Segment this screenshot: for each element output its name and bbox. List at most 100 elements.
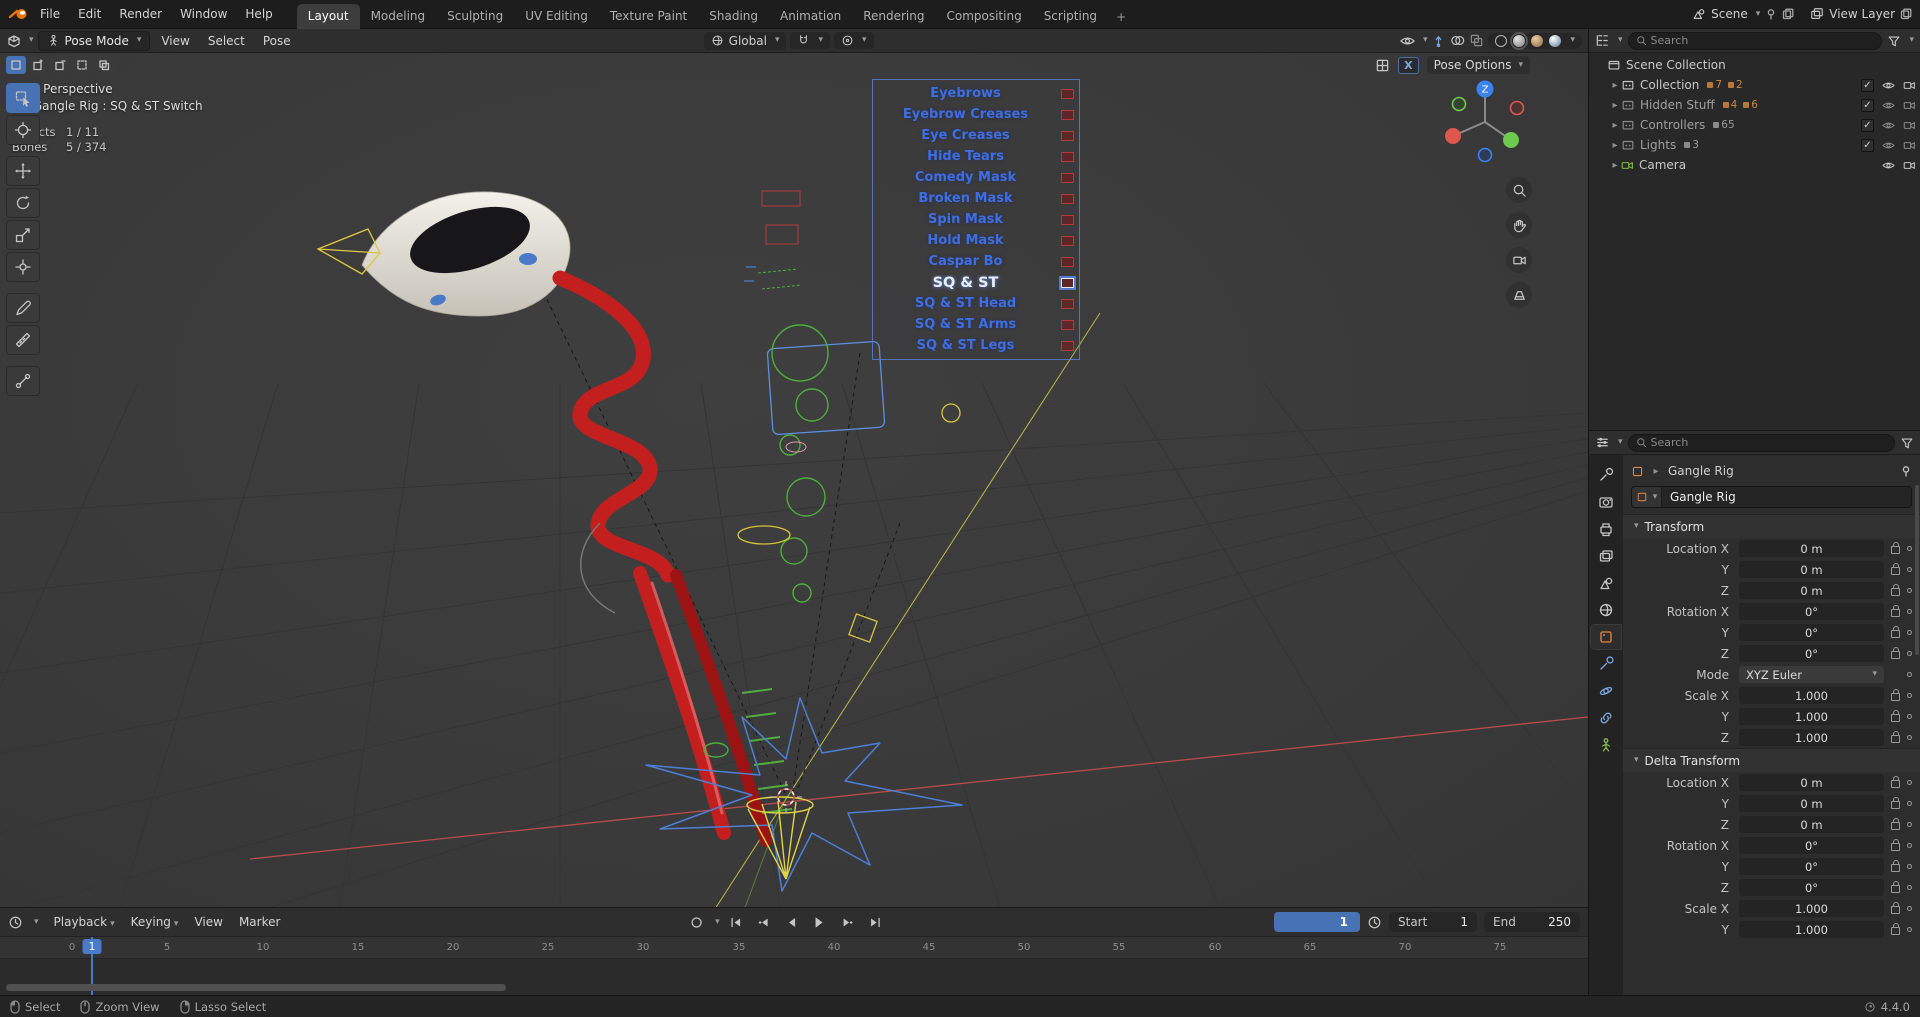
keyframe-dot[interactable] xyxy=(1907,780,1912,785)
delta-scale-x-field[interactable]: 1.000 xyxy=(1739,900,1884,917)
outliner-row-camera[interactable]: ▸ Camera xyxy=(1589,155,1920,175)
bone-toggle-box[interactable] xyxy=(1061,256,1074,267)
bone-toggle-box[interactable] xyxy=(1061,298,1074,309)
timeline-editor-icon[interactable] xyxy=(8,915,23,930)
menu-select[interactable]: Select xyxy=(201,31,252,51)
bone-toggle-box[interactable] xyxy=(1061,193,1074,204)
render-visibility-icon[interactable] xyxy=(1903,100,1916,111)
menu-marker[interactable]: Marker xyxy=(232,912,287,932)
timeline-ruler[interactable]: 0 5 10 15 20 25 30 35 40 45 50 55 60 65 … xyxy=(0,937,1588,959)
bone-button[interactable]: Caspar Bo xyxy=(878,251,1074,272)
outliner-search[interactable] xyxy=(1627,31,1883,50)
select-mode-extend[interactable] xyxy=(28,56,48,74)
location-x-field[interactable]: 0 m xyxy=(1739,540,1884,557)
properties-search-input[interactable] xyxy=(1650,436,1887,449)
select-box-tool[interactable] xyxy=(6,83,40,113)
delta-transform-section-header[interactable]: ▾ Delta Transform xyxy=(1623,748,1920,772)
visibility-icon[interactable] xyxy=(1399,34,1416,48)
keyframe-dot[interactable] xyxy=(1907,630,1912,635)
3d-viewport[interactable]: X Pose Options ▾ User Perspective (1) Ga… xyxy=(0,53,1588,907)
shading-material-icon[interactable] xyxy=(1531,34,1544,47)
viewport-3d-scene[interactable] xyxy=(0,53,1588,907)
keyframe-dot[interactable] xyxy=(1907,843,1912,848)
tab-object-properties[interactable] xyxy=(1590,624,1622,650)
hide-eye-icon[interactable] xyxy=(1881,80,1896,91)
exclude-checkbox[interactable]: ✓ xyxy=(1861,98,1874,112)
tab-modifier-properties[interactable] xyxy=(1591,652,1621,676)
scene-selector[interactable]: Scene ▾ xyxy=(1692,7,1794,21)
pin-icon[interactable] xyxy=(1765,8,1777,20)
annotate-tool[interactable] xyxy=(6,293,40,323)
object-type-dropdown[interactable]: ▾ xyxy=(1632,487,1662,507)
blender-logo-icon[interactable] xyxy=(8,6,30,22)
lock-icon[interactable] xyxy=(1891,731,1900,743)
keyframe-dot[interactable] xyxy=(1907,693,1912,698)
tab-render-properties[interactable] xyxy=(1591,490,1621,514)
auto-keying-button[interactable] xyxy=(684,912,708,932)
orientation-dropdown[interactable]: Global ▾ xyxy=(703,31,787,50)
location-z-field[interactable]: 0 m xyxy=(1739,582,1884,599)
render-visibility-icon[interactable] xyxy=(1903,120,1916,131)
keyframe-dot[interactable] xyxy=(1907,609,1912,614)
previous-keyframe-button[interactable] xyxy=(752,912,776,932)
shading-wireframe-icon[interactable] xyxy=(1495,34,1508,47)
lock-icon[interactable] xyxy=(1891,881,1900,893)
zoom-tool-icon[interactable] xyxy=(1506,177,1532,203)
lock-icon[interactable] xyxy=(1891,818,1900,830)
rotation-x-field[interactable]: 0° xyxy=(1739,603,1884,620)
expand-icon[interactable]: ▸ xyxy=(1609,100,1621,111)
render-visibility-icon[interactable] xyxy=(1903,160,1916,171)
tab-sculpting[interactable]: Sculpting xyxy=(436,4,514,29)
bone-toggle-box[interactable] xyxy=(1061,277,1074,288)
bone-toggle-box[interactable] xyxy=(1061,319,1074,330)
bone-toggle-box[interactable] xyxy=(1061,151,1074,162)
tab-rendering[interactable]: Rendering xyxy=(852,4,935,29)
lock-icon[interactable] xyxy=(1891,902,1900,914)
select-mode-subtract[interactable] xyxy=(50,56,70,74)
start-frame-field[interactable]: Start 1 xyxy=(1389,912,1477,932)
exclude-checkbox[interactable]: ✓ xyxy=(1861,78,1874,92)
tab-compositing[interactable]: Compositing xyxy=(935,4,1032,29)
transform-section-header[interactable]: ▾ Transform xyxy=(1623,514,1920,538)
lock-icon[interactable] xyxy=(1891,860,1900,872)
expand-icon[interactable]: ▸ xyxy=(1609,140,1621,151)
keyframe-dot[interactable] xyxy=(1907,588,1912,593)
select-mode-intersect[interactable] xyxy=(94,56,114,74)
delta-rotation-y-field[interactable]: 0° xyxy=(1739,858,1884,875)
tab-texture-paint[interactable]: Texture Paint xyxy=(599,4,698,29)
bone-toggle-box[interactable] xyxy=(1061,172,1074,183)
menu-render[interactable]: Render xyxy=(111,3,170,25)
menu-edit[interactable]: Edit xyxy=(70,3,109,25)
transform-tool[interactable] xyxy=(6,252,40,282)
scale-z-field[interactable]: 1.000 xyxy=(1739,729,1884,746)
timeline-scrollbar[interactable] xyxy=(6,984,506,991)
lock-icon[interactable] xyxy=(1891,605,1900,617)
bone-toggle-box[interactable] xyxy=(1061,235,1074,246)
pan-hand-icon[interactable] xyxy=(1506,212,1532,238)
location-y-field[interactable]: 0 m xyxy=(1739,561,1884,578)
outliner-row-scene-collection[interactable]: Scene Collection xyxy=(1589,55,1920,75)
outliner-row-hidden-stuff[interactable]: ▸ Hidden Stuff 4 6 ✓ xyxy=(1589,95,1920,115)
keyframe-dot[interactable] xyxy=(1907,801,1912,806)
menu-pose[interactable]: Pose xyxy=(256,31,298,51)
bone-tool[interactable] xyxy=(6,366,40,396)
snapping-dropdown[interactable]: ▾ xyxy=(790,32,831,49)
keyframe-dot[interactable] xyxy=(1907,885,1912,890)
expand-icon[interactable]: ▸ xyxy=(1609,80,1621,91)
pink-control[interactable] xyxy=(785,441,807,453)
properties-search[interactable] xyxy=(1627,433,1895,452)
tab-tool-properties[interactable] xyxy=(1591,463,1621,487)
play-button[interactable] xyxy=(808,912,832,932)
gizmos-icon[interactable] xyxy=(1431,33,1446,48)
expand-icon[interactable]: ▸ xyxy=(1609,160,1621,171)
menu-keying[interactable]: Keying ▾ xyxy=(124,912,186,932)
outliner-editor-icon[interactable] xyxy=(1595,33,1610,48)
tab-view-layer-properties[interactable] xyxy=(1591,544,1621,568)
bone-button[interactable]: Hold Mask xyxy=(878,230,1074,251)
outliner-row-collection[interactable]: ▸ Collection 7 2 ✓ xyxy=(1589,75,1920,95)
bone-button[interactable]: Comedy Mask xyxy=(878,167,1074,188)
lock-icon[interactable] xyxy=(1891,563,1900,575)
tab-armature-data-properties[interactable] xyxy=(1591,733,1621,757)
rotation-mode-dropdown[interactable]: XYZ Euler ▾ xyxy=(1739,666,1884,683)
properties-editor-icon[interactable] xyxy=(1595,435,1610,450)
